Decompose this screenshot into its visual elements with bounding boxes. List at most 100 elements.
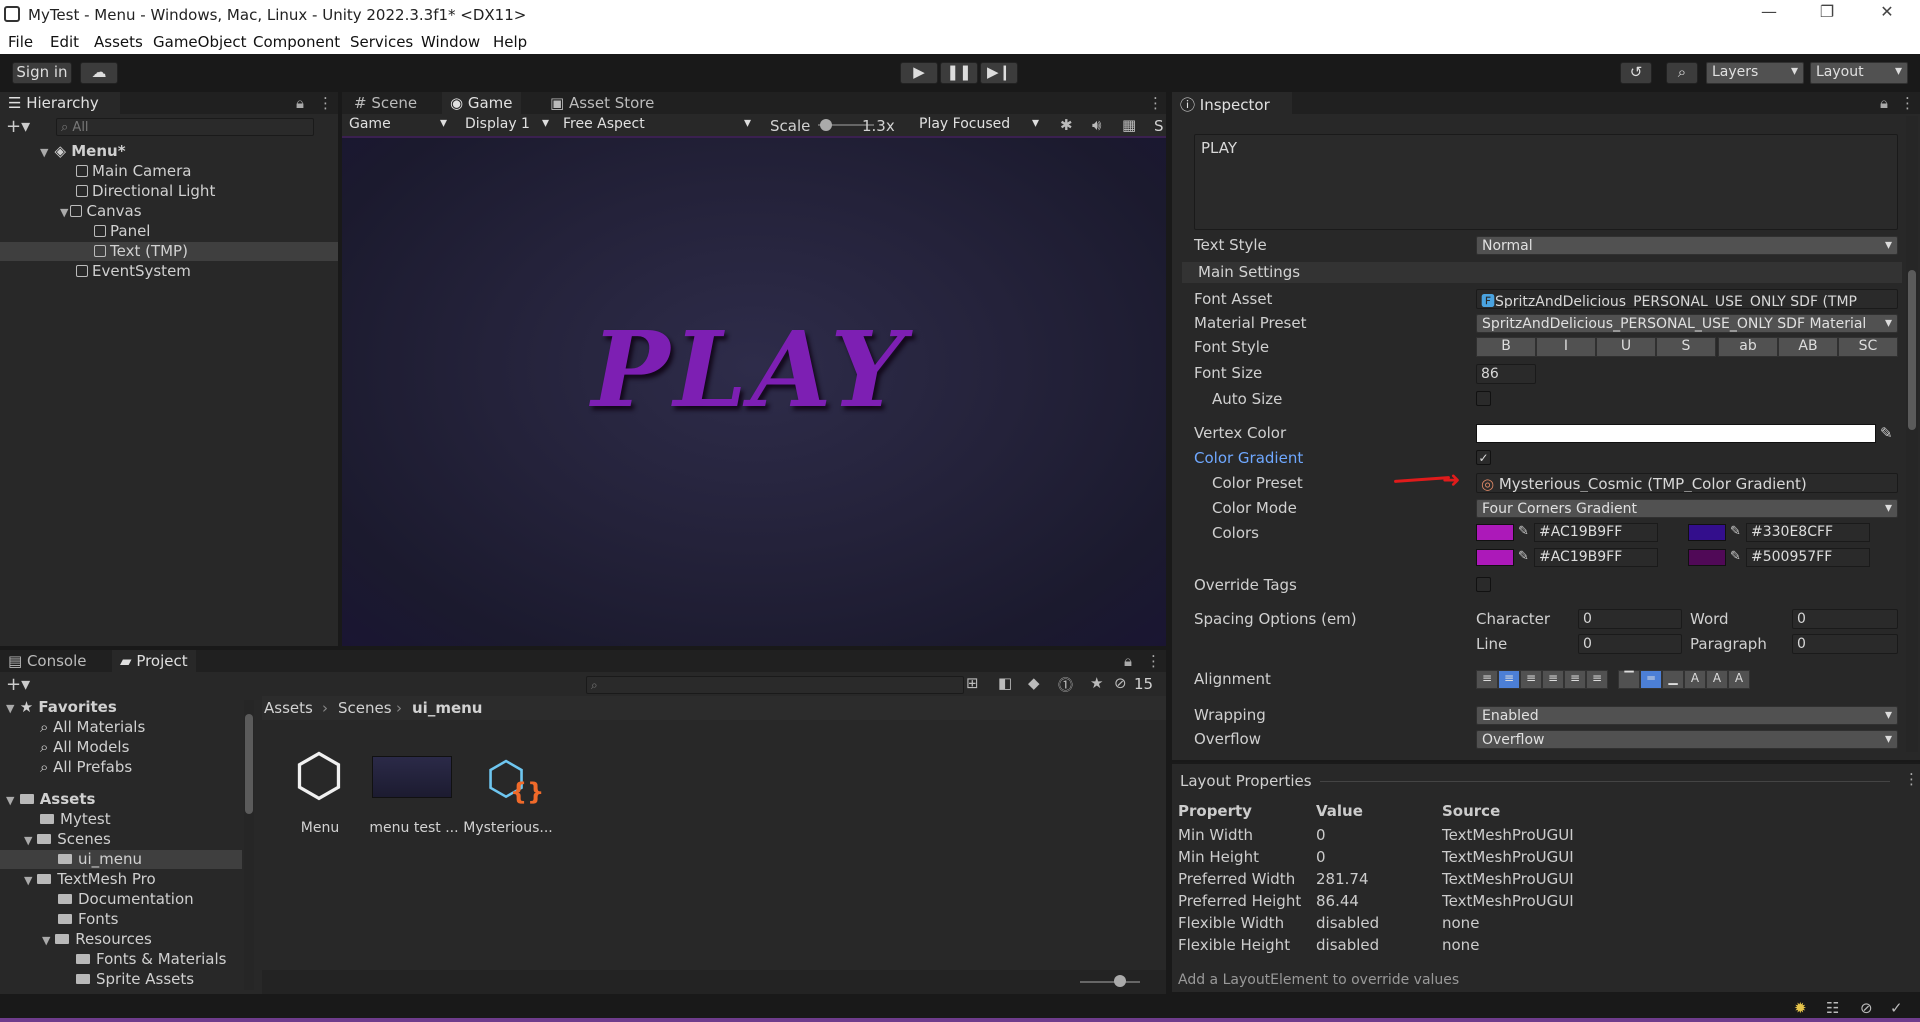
wrapping-dropdown[interactable]: Enabled xyxy=(1476,706,1898,725)
color-mode-dropdown[interactable]: Four Corners Gradient xyxy=(1476,499,1898,518)
font-style-uppercase-button[interactable]: AB xyxy=(1778,337,1838,357)
hierarchy-item-main-camera[interactable]: Main Camera xyxy=(76,162,191,180)
color-swatch-top-right[interactable] xyxy=(1688,524,1726,541)
paragraph-spacing-input[interactable]: 0 xyxy=(1792,634,1898,654)
asset-label-menu[interactable]: Menu xyxy=(272,820,368,836)
menu-gameobject[interactable]: GameObject xyxy=(153,33,247,51)
font-style-strike-button[interactable]: S xyxy=(1656,337,1716,357)
asset-label-mysterious[interactable]: Mysterious... xyxy=(460,820,556,836)
eyedropper-icon[interactable]: ✎ xyxy=(1880,424,1893,442)
unity-scene-icon[interactable]: ⬡ xyxy=(288,740,350,810)
favorite-all-prefabs[interactable]: ⌕ All Prefabs xyxy=(40,758,132,776)
display-dropdown[interactable]: Display 1 xyxy=(460,115,554,135)
align-right-icon[interactable]: ≡ xyxy=(1520,670,1542,689)
color-hex-bottom-right[interactable]: #500957FF xyxy=(1746,548,1870,567)
tab-asset-store[interactable]: ▣ Asset Store xyxy=(542,92,662,114)
valign-bottom-icon[interactable]: ▁ xyxy=(1662,670,1684,689)
history-button[interactable]: ↺ xyxy=(1620,62,1652,84)
hierarchy-search-input[interactable]: ⌕ All xyxy=(56,118,314,136)
play-button[interactable]: ▶ xyxy=(900,62,938,84)
folder-scenes[interactable]: ▼ Scenes xyxy=(24,830,111,848)
valign-baseline-icon[interactable]: A xyxy=(1684,670,1706,689)
check-icon[interactable]: ✓ xyxy=(1890,999,1903,1017)
folder-mytest[interactable]: Mytest xyxy=(40,810,111,828)
color-hex-top-left[interactable]: #AC19B9FF xyxy=(1534,523,1658,542)
align-left-icon[interactable]: ≡ xyxy=(1476,670,1498,689)
eyedropper-icon[interactable]: ✎ xyxy=(1518,549,1529,564)
hidden-count-icon[interactable]: ⊘ xyxy=(1114,674,1127,692)
step-button[interactable]: ▶❙ xyxy=(980,62,1018,84)
folder-ui-menu[interactable]: ui_menu xyxy=(58,850,142,868)
vertex-color-field[interactable] xyxy=(1476,424,1876,443)
eyedropper-icon[interactable]: ✎ xyxy=(1730,549,1741,564)
scene-root-item[interactable]: ▼ ◈ Menu* xyxy=(40,142,126,160)
eyedropper-icon[interactable]: ✎ xyxy=(1730,524,1741,539)
hierarchy-item-canvas[interactable]: ▼ Canvas xyxy=(60,202,142,220)
add-button[interactable]: +▾ xyxy=(6,116,30,137)
valign-capline-icon[interactable]: A xyxy=(1728,670,1750,689)
hierarchy-item-directional-light[interactable]: Directional Light xyxy=(76,182,215,200)
font-asset-field[interactable]: 🅵︎SpritzAndDelicious_PERSONAL_USE_ONLY S… xyxy=(1476,289,1898,309)
assets-root[interactable]: ▼ Assets xyxy=(6,790,95,808)
tab-hierarchy[interactable]: ☰ Hierarchy xyxy=(0,92,120,114)
filter-label-icon[interactable]: ◆ xyxy=(1028,674,1040,692)
folder-resources[interactable]: ▼ Resources xyxy=(42,930,152,948)
audio-icon[interactable]: 🔊︎ xyxy=(1092,116,1101,134)
tab-inspector[interactable]: ⓘ Inspector xyxy=(1172,92,1292,114)
more-icon[interactable]: ⋮ xyxy=(318,94,333,112)
character-spacing-input[interactable]: 0 xyxy=(1578,609,1682,629)
menu-file[interactable]: File xyxy=(8,33,33,51)
color-swatch-bottom-right[interactable] xyxy=(1688,549,1726,566)
game-mode-dropdown[interactable]: Game xyxy=(344,115,452,135)
material-preset-dropdown[interactable]: SpritzAndDelicious_PERSONAL_USE_ONLY SDF… xyxy=(1476,314,1898,333)
color-preset-field[interactable]: ◎ Mysterious_Cosmic (TMP_Color Gradient) xyxy=(1476,473,1898,493)
lock-icon[interactable]: 🔒︎ xyxy=(296,94,304,112)
image-thumbnail[interactable] xyxy=(372,756,452,798)
filter-type-icon[interactable]: ◧ xyxy=(998,674,1012,692)
color-hex-bottom-left[interactable]: #AC19B9FF xyxy=(1534,548,1658,567)
align-center-icon[interactable]: ≡ xyxy=(1498,670,1520,689)
search-scope-icon[interactable]: ⊞ xyxy=(966,674,979,692)
project-search-input[interactable]: ⌕ xyxy=(586,676,964,694)
create-button[interactable]: +▾ xyxy=(6,674,30,695)
main-settings-header[interactable]: Main Settings xyxy=(1182,262,1902,283)
bug-icon[interactable]: ✱ xyxy=(1060,116,1073,134)
folder-fonts[interactable]: Fonts xyxy=(58,910,118,928)
eyedropper-icon[interactable]: ✎ xyxy=(1518,524,1529,539)
asset-label-menu-test[interactable]: menu test ... xyxy=(366,820,462,836)
icon-size-slider-handle[interactable] xyxy=(1114,975,1126,987)
more-icon[interactable]: ⋮ xyxy=(1146,652,1161,670)
script-asset-icon[interactable]: ⬡{} xyxy=(474,748,544,808)
tab-console[interactable]: ▤ Console xyxy=(0,650,95,672)
font-size-input[interactable]: 86 xyxy=(1476,364,1536,384)
font-style-smallcaps-button[interactable]: SC xyxy=(1838,337,1898,357)
font-style-lowercase-button[interactable]: ab xyxy=(1718,337,1778,357)
sign-in-button[interactable]: Sign in xyxy=(12,62,72,84)
breadcrumb-ui-menu[interactable]: ui_menu xyxy=(412,699,482,717)
favorite-star-icon[interactable]: ★ xyxy=(1090,674,1103,692)
activity-icon[interactable]: ✹ xyxy=(1794,999,1807,1017)
lock-icon[interactable]: 🔒︎ xyxy=(1880,94,1888,112)
layers-dropdown[interactable]: Layers xyxy=(1706,62,1804,84)
search-button[interactable]: ⌕ xyxy=(1666,62,1698,84)
valign-middle-icon[interactable]: ═ xyxy=(1640,670,1662,689)
color-hex-top-right[interactable]: #330E8CFF xyxy=(1746,523,1870,542)
more-icon[interactable]: ⋮ xyxy=(1904,770,1919,788)
debug-icon[interactable]: ⊘ xyxy=(1860,999,1873,1017)
menu-edit[interactable]: Edit xyxy=(50,33,79,51)
close-button[interactable]: ✕ xyxy=(1864,2,1910,28)
font-style-italic-button[interactable]: I xyxy=(1536,337,1596,357)
text-input-area[interactable]: PLAY xyxy=(1194,134,1898,230)
tab-project[interactable]: ▰ Project xyxy=(112,650,196,672)
more-icon[interactable]: ⋮ xyxy=(1148,94,1163,112)
lock-icon[interactable]: 🔒︎ xyxy=(1124,652,1132,670)
hierarchy-item-panel[interactable]: Panel xyxy=(94,222,150,240)
menu-component[interactable]: Component xyxy=(253,33,340,51)
game-viewport[interactable]: PLAY xyxy=(342,136,1166,646)
tree-scrollbar[interactable] xyxy=(244,700,254,990)
tree-scrollbar-thumb[interactable] xyxy=(245,714,253,814)
folder-fonts-materials[interactable]: Fonts & Materials xyxy=(76,950,226,968)
align-flush-icon[interactable]: ≡ xyxy=(1564,670,1586,689)
stats-icon[interactable]: ▦ xyxy=(1122,116,1136,134)
more-icon[interactable]: ⋮ xyxy=(1900,94,1915,112)
